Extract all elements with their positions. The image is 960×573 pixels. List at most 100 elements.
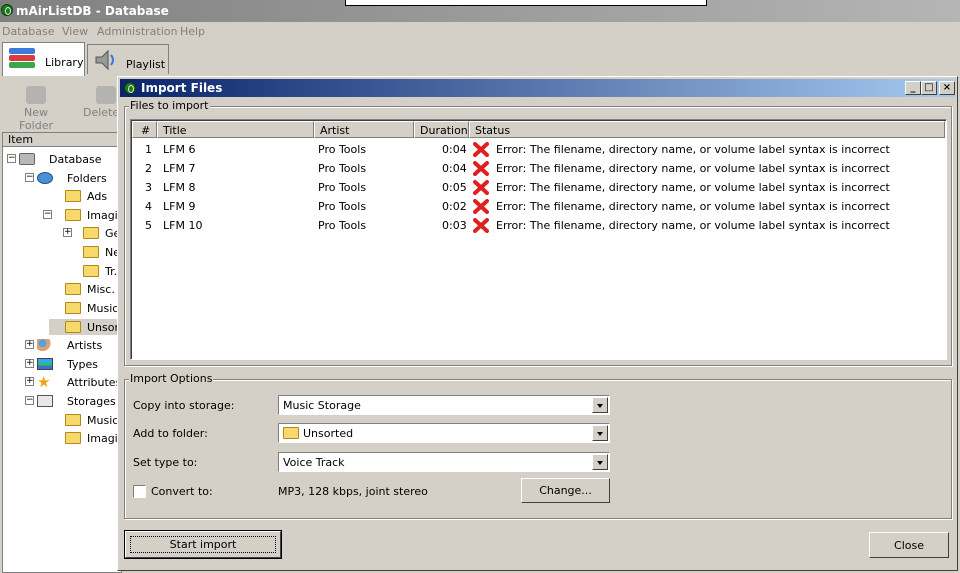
minimize-button[interactable]: _ [905, 81, 921, 95]
row-duration: 0:05 [442, 181, 467, 194]
copy-storage-value: Music Storage [283, 399, 361, 412]
row-title: LFM 6 [163, 143, 196, 156]
tree-item-storages[interactable]: − Storages [25, 393, 119, 409]
table-row[interactable]: 2 LFM 7 Pro Tools 0:04 Error: The filena… [132, 159, 947, 178]
row-artist: Pro Tools [318, 200, 367, 213]
tree-item-ge[interactable]: + Ge [63, 225, 120, 241]
collapse-icon[interactable]: − [7, 154, 16, 163]
tree-label: Artists [67, 339, 103, 352]
app-title: mAirListDB - Database [16, 4, 169, 18]
close-button[interactable]: Close [869, 532, 949, 558]
menu-administration[interactable]: Administration [97, 25, 178, 38]
collapse-icon[interactable]: − [25, 173, 34, 182]
tab-library[interactable]: Library [2, 42, 85, 76]
row-status: Error: The filename, directory name, or … [496, 219, 890, 232]
copy-storage-select[interactable]: Music Storage [278, 395, 610, 415]
convert-checkbox[interactable] [133, 485, 146, 498]
folder-icon [283, 427, 299, 439]
tree-item-misc[interactable]: Misc. I [49, 281, 121, 297]
error-icon [473, 180, 489, 195]
expand-icon[interactable]: + [25, 377, 34, 386]
tree-item-music[interactable]: Music [49, 300, 119, 316]
expand-icon[interactable]: + [25, 359, 34, 368]
tab-playlist-label: Playlist [126, 58, 166, 71]
table-row[interactable]: 5 LFM 10 Pro Tools 0:03 Error: The filen… [132, 216, 947, 235]
files-list[interactable]: # Title Artist Duration Status 1 LFM 6 P… [130, 119, 947, 360]
dialog-titlebar[interactable]: Import Files _ □ × [120, 79, 955, 97]
start-import-button[interactable]: Start import [124, 530, 282, 559]
tree-item-ads[interactable]: Ads [49, 188, 119, 204]
maximize-button[interactable]: □ [921, 81, 937, 95]
row-duration: 0:03 [442, 219, 467, 232]
add-folder-select[interactable]: Unsorted [278, 423, 610, 443]
tree-item-types[interactable]: + Types [25, 356, 119, 372]
tree-header: Item [3, 133, 121, 147]
table-row[interactable]: 4 LFM 9 Pro Tools 0:02 Error: The filena… [132, 197, 947, 216]
folder-icon [83, 246, 99, 258]
col-num[interactable]: # [132, 121, 157, 138]
close-button-label: Close [894, 539, 924, 552]
table-row[interactable]: 3 LFM 8 Pro Tools 0:05 Error: The filena… [132, 178, 947, 197]
tree-item-ne[interactable]: Ne [63, 244, 120, 260]
collapse-icon[interactable]: − [25, 396, 34, 405]
window-edge [345, 0, 707, 6]
expand-icon[interactable]: + [25, 340, 34, 349]
tree-item-unsorted[interactable]: Unsort [49, 319, 121, 335]
folder-icon [83, 265, 99, 277]
tree-item-storage-imaging[interactable]: Imagir [49, 430, 121, 446]
database-icon [19, 153, 35, 165]
storage-icon [37, 395, 53, 407]
tree-label: Music [87, 414, 119, 427]
close-window-button[interactable]: × [939, 81, 955, 95]
tree-item-folders[interactable]: − Folders [25, 170, 119, 186]
col-title[interactable]: Title [157, 121, 314, 138]
artists-icon [37, 339, 53, 351]
tree-item-storage-music[interactable]: Music [49, 412, 119, 428]
collapse-icon[interactable]: − [43, 210, 52, 219]
folder-icon [65, 283, 81, 295]
menu-database[interactable]: Database [2, 25, 55, 38]
add-folder-value: Unsorted [303, 427, 354, 440]
expand-icon[interactable]: + [63, 228, 72, 237]
new-folder-button[interactable]: New Folder [6, 86, 66, 132]
row-status: Error: The filename, directory name, or … [496, 200, 890, 213]
options-group-caption: Import Options [129, 372, 214, 385]
change-button[interactable]: Change... [521, 478, 610, 503]
row-num: 5 [145, 219, 152, 232]
row-num: 3 [145, 181, 152, 194]
app-icon [124, 82, 136, 94]
new-folder-label: New Folder [19, 106, 53, 132]
row-duration: 0:02 [442, 200, 467, 213]
new-folder-icon [26, 86, 46, 104]
main-tabs: Library Playlist [0, 42, 960, 76]
tree-label: Ads [87, 190, 108, 203]
tree-item-artists[interactable]: + Artists [25, 337, 119, 353]
convert-label: Convert to: [151, 485, 213, 498]
menu-bar: Database View Administration Help [0, 22, 960, 42]
tree-item-tr[interactable]: Tr. [63, 263, 119, 279]
table-row[interactable]: 1 LFM 6 Pro Tools 0:04 Error: The filena… [132, 140, 947, 159]
chevron-down-icon[interactable] [592, 454, 608, 470]
set-type-select[interactable]: Voice Track [278, 452, 610, 472]
star-icon: ★ [37, 373, 51, 391]
tab-playlist[interactable]: Playlist [87, 44, 169, 74]
tree-item-attributes[interactable]: + ★ Attributes [25, 373, 122, 391]
chevron-down-icon[interactable] [592, 425, 608, 441]
col-status[interactable]: Status [469, 121, 945, 138]
chevron-down-icon[interactable] [592, 397, 608, 413]
tree-label: Music [87, 302, 119, 315]
library-toolbar: New Folder Delete F [0, 80, 129, 132]
tree-label: Attributes [67, 376, 122, 389]
tree-item-database[interactable]: − Database [7, 151, 119, 167]
menu-help[interactable]: Help [180, 25, 205, 38]
col-artist[interactable]: Artist [314, 121, 414, 138]
row-num: 4 [145, 200, 152, 213]
error-icon [473, 142, 489, 157]
delete-icon [96, 86, 116, 104]
add-folder-label: Add to folder: [133, 427, 208, 440]
files-group-caption: Files to import [129, 99, 210, 112]
tree-item-imaging[interactable]: − Imagir [43, 207, 121, 223]
col-duration[interactable]: Duration [414, 121, 469, 138]
menu-view[interactable]: View [62, 25, 88, 38]
row-title: LFM 7 [163, 162, 196, 175]
